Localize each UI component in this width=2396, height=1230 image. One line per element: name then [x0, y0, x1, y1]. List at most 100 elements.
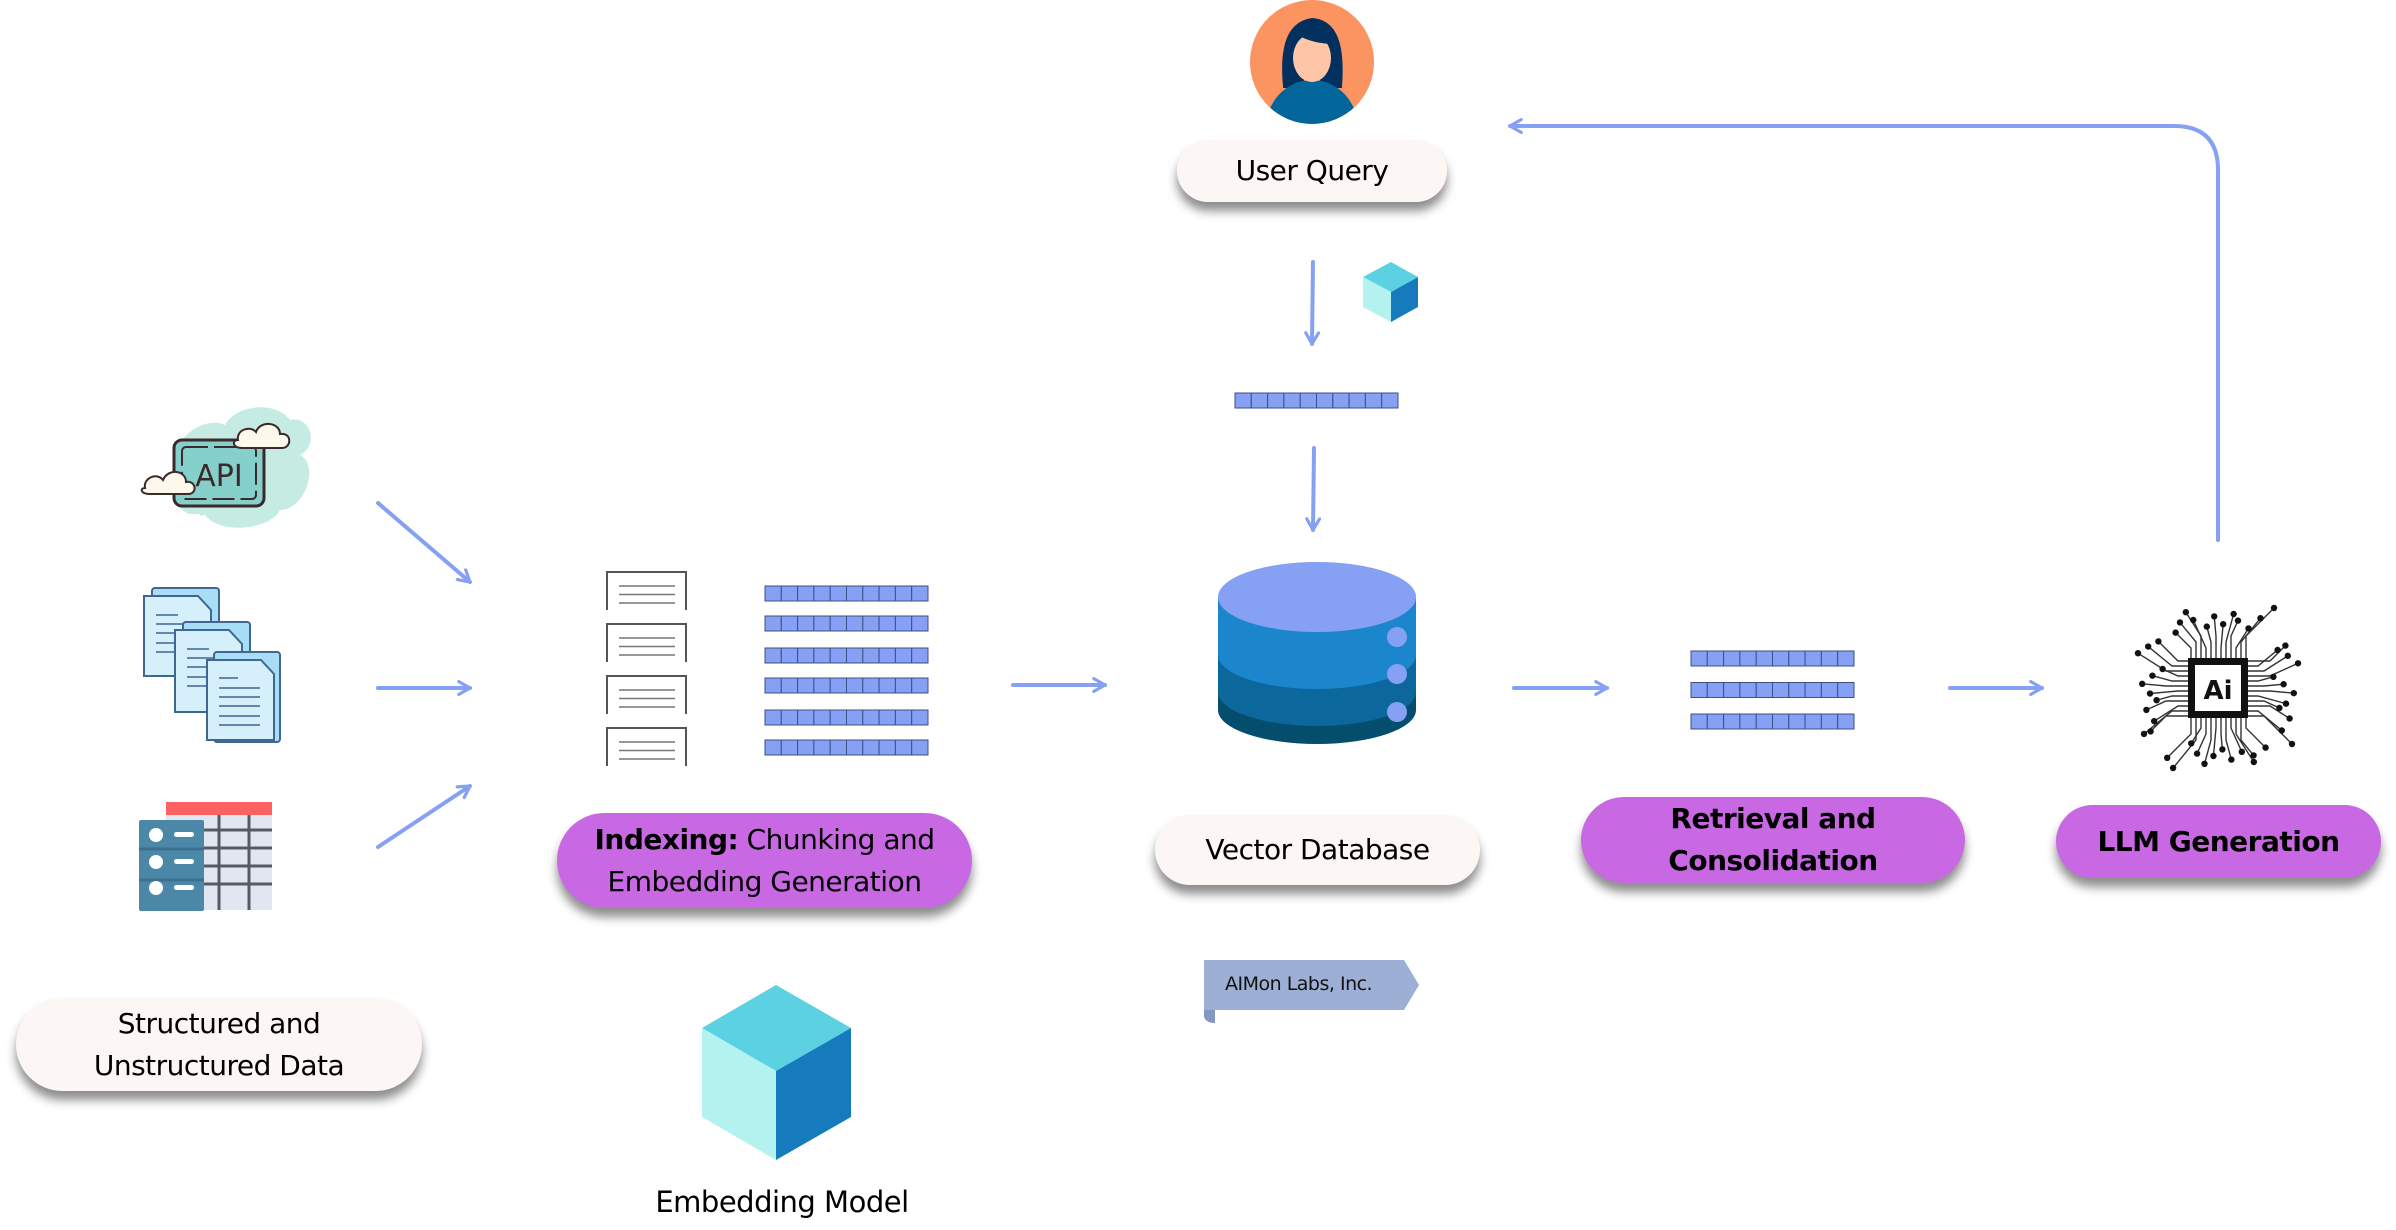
vector-cell: [1723, 650, 1741, 667]
vector-cell: [780, 709, 799, 726]
retrieved-vector: [1690, 713, 1855, 730]
vector-cell: [878, 709, 896, 726]
vector-cell: [1723, 682, 1741, 698]
query-embedding-cube-icon: [1363, 262, 1418, 322]
vector-database-label: Vector Database: [1155, 815, 1480, 885]
embedding-model-cube-icon: [702, 985, 851, 1160]
vector-cell: [813, 647, 831, 664]
vector-cell: [764, 585, 782, 602]
vector-cell: [878, 615, 896, 632]
vector-cell: [813, 709, 831, 726]
vector-cell: [1788, 713, 1806, 730]
vector-cell: [797, 677, 815, 694]
llm-generation-text: LLM Generation: [2097, 824, 2340, 858]
vector-cell: [862, 739, 880, 756]
vector-cell: [1364, 392, 1383, 409]
vector-cell: [829, 585, 848, 602]
vector-cell: [1234, 392, 1252, 409]
text-chunk-icon: [606, 571, 687, 610]
vector-cell: [829, 647, 848, 664]
vector-cell: [911, 647, 929, 664]
retrieval-label-line1: Retrieval and: [1670, 802, 1876, 835]
vector-cell: [1755, 713, 1773, 730]
vector-cell: [1804, 713, 1822, 730]
vector-cell: [1820, 713, 1839, 730]
vector-cell: [1804, 650, 1822, 667]
vector-cell: [1788, 682, 1806, 698]
vector-cell: [862, 585, 880, 602]
vector-cell: [780, 677, 799, 694]
vector-cell: [813, 677, 831, 694]
vector-cell: [1755, 682, 1773, 698]
vector-cell: [829, 615, 848, 632]
vector-cell: [829, 739, 848, 756]
vector-cell: [911, 585, 929, 602]
vector-cell: [1837, 682, 1855, 698]
vector-cell: [1772, 713, 1790, 730]
vector-cell: [1772, 650, 1790, 667]
embedding-vectors: [764, 585, 929, 756]
embedding-vector: [764, 647, 929, 664]
vector-cell: [1723, 713, 1741, 730]
vector-cell: [797, 709, 815, 726]
query-vector: [1234, 392, 1399, 409]
database-table-icon: [139, 802, 272, 911]
retrieved-vector: [1690, 682, 1855, 698]
embedding-model-label: Embedding Model: [655, 1185, 909, 1219]
ai-chip-icon: Ai: [2134, 604, 2302, 772]
embedding-vector: [764, 739, 929, 756]
embedding-vector: [764, 677, 929, 694]
text-chunk-icon: [606, 623, 687, 662]
vector-database-icon: [1218, 562, 1416, 744]
vector-cell: [1804, 682, 1822, 698]
api-text: API: [195, 459, 242, 494]
vector-cell: [780, 615, 799, 632]
vector-cell: [862, 709, 880, 726]
vector-cell: [1837, 650, 1855, 667]
vector-cell: [1837, 713, 1855, 730]
indexing-label-rest: Chunking and: [738, 822, 935, 856]
vector-cell: [764, 739, 782, 756]
vector-cell: [1772, 682, 1790, 698]
embedding-vector: [764, 709, 929, 726]
arrow-table-to-indexing: [376, 784, 472, 849]
brand-label: AIMon Labs, Inc.: [1225, 973, 1373, 995]
sources-label-line1: Structured and: [117, 1006, 321, 1040]
vector-cell: [797, 615, 815, 632]
arrow-vector-to-db: [1305, 446, 1322, 532]
vector-cell: [813, 585, 831, 602]
vector-cell: [780, 739, 799, 756]
vector-cell: [797, 585, 815, 602]
vector-cell: [1739, 682, 1757, 698]
vector-cell: [911, 615, 929, 632]
vector-cell: [846, 647, 864, 664]
vector-cell: [894, 647, 913, 664]
vector-cell: [1690, 713, 1708, 730]
embedding-vector: [764, 615, 929, 632]
vector-cell: [1690, 682, 1708, 698]
vector-cell: [1381, 392, 1399, 409]
text-chunk-icon: [606, 675, 687, 714]
vector-cell: [829, 677, 848, 694]
vector-cell: [894, 739, 913, 756]
vector-cell: [846, 709, 864, 726]
vector-cell: [894, 585, 913, 602]
vector-cell: [1739, 650, 1757, 667]
vector-cell: [878, 677, 896, 694]
user-query-text: User Query: [1235, 154, 1389, 187]
vector-cell: [1316, 392, 1334, 409]
vector-cell: [846, 585, 864, 602]
vector-cell: [829, 709, 848, 726]
retrieval-label: Retrieval and Consolidation: [1581, 797, 1965, 883]
vector-cell: [764, 615, 782, 632]
vector-cell: [894, 677, 913, 694]
vector-cell: [780, 585, 799, 602]
vector-cell: [780, 647, 799, 664]
retrieved-vector: [1690, 650, 1855, 667]
text-chunks: [606, 571, 687, 766]
retrieved-vectors: [1690, 650, 1855, 730]
vector-cell: [1348, 392, 1366, 409]
vector-cell: [813, 739, 831, 756]
vector-cell: [878, 739, 896, 756]
vector-cell: [1283, 392, 1301, 409]
